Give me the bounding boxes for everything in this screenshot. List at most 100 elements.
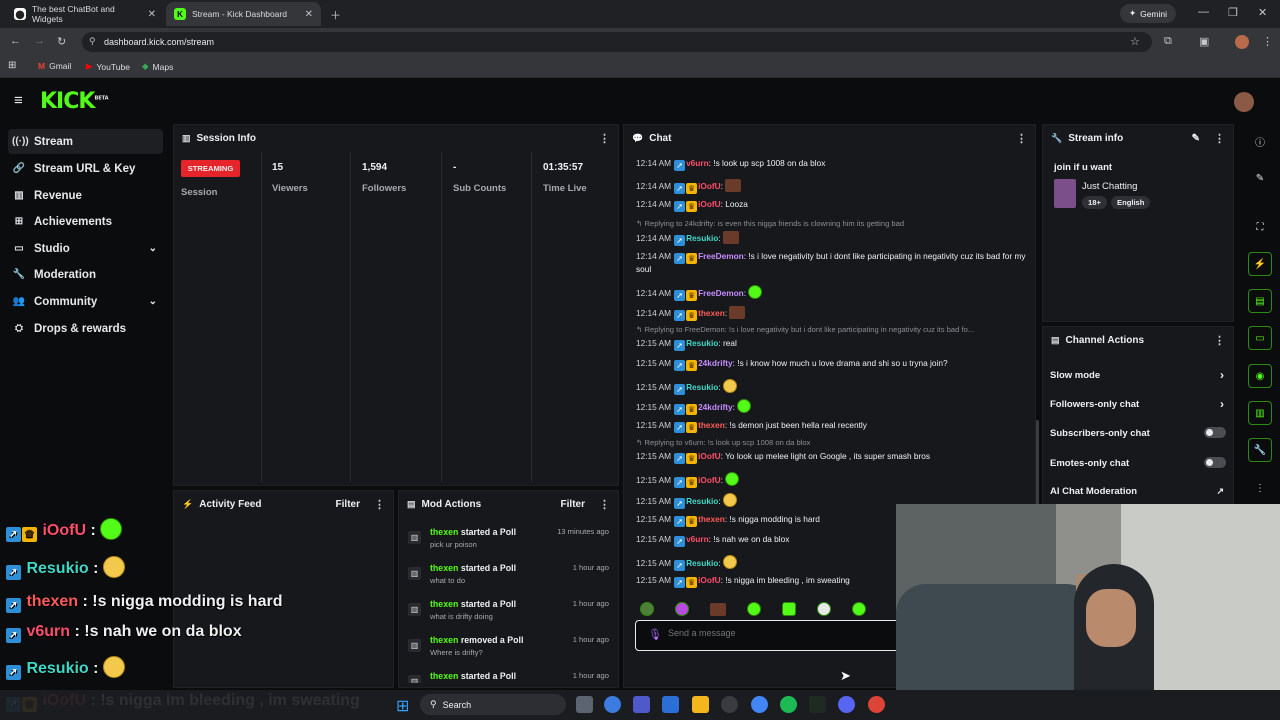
- slow-mode-row[interactable]: Slow mode ›: [1050, 368, 1230, 382]
- bookmark-gmail[interactable]: M Gmail: [38, 61, 71, 71]
- chrome-icon[interactable]: [751, 696, 768, 713]
- chat-username[interactable]: iOofU: [698, 575, 721, 585]
- browser-tab-kick-dashboard[interactable]: K Stream - Kick Dashboard ✕: [166, 2, 321, 26]
- more-options-icon[interactable]: ⋮: [1248, 476, 1272, 500]
- mod-user[interactable]: thexen: [430, 563, 458, 573]
- activity-filter-button[interactable]: Filter: [336, 499, 360, 510]
- back-icon[interactable]: ←: [10, 35, 21, 47]
- obs-icon[interactable]: [721, 696, 738, 713]
- store-icon[interactable]: [662, 696, 679, 713]
- chat-username[interactable]: FreeDemon: [698, 251, 744, 261]
- layout-icon[interactable]: ▥: [1248, 401, 1272, 425]
- chat-username[interactable]: Resukio: [686, 496, 718, 506]
- chat-username[interactable]: Resukio: [686, 338, 718, 348]
- chat-message[interactable]: 12:14 AM ➚ ♛ FreeDemon: !s i love negativit…: [636, 251, 1028, 275]
- kick-app-icon[interactable]: [809, 696, 826, 713]
- info-icon[interactable]: ⓘ: [1248, 129, 1272, 153]
- sidebar-item-achievements[interactable]: ⊞ Achievements: [8, 209, 163, 234]
- emote-icon[interactable]: [675, 602, 689, 616]
- chat-username[interactable]: thexen: [698, 420, 725, 430]
- chat-message[interactable]: 12:14 AM ➚ ♛ iOofU: Looza: [636, 199, 1028, 212]
- emotes-only-toggle[interactable]: [1204, 457, 1226, 468]
- bookmark-youtube[interactable]: ▶ YouTube: [86, 61, 130, 72]
- chat-message[interactable]: 12:14 AM ➚ ♛ thexen:: [636, 306, 1028, 321]
- mod-user[interactable]: thexen: [430, 527, 458, 537]
- kebab-menu-icon[interactable]: ⋮: [1016, 132, 1027, 145]
- category-name[interactable]: Just Chatting: [1082, 181, 1137, 192]
- mod-user[interactable]: thexen: [430, 599, 458, 609]
- close-tab-icon[interactable]: ✕: [148, 9, 156, 20]
- gemini-button[interactable]: ✦ Gemini: [1120, 4, 1176, 23]
- chat-message[interactable]: 12:15 AM ➚ Resukio: real: [636, 338, 1028, 351]
- chat-username[interactable]: iOofU: [698, 199, 721, 209]
- apps-grid-icon[interactable]: ⊞: [8, 60, 16, 71]
- fullscreen-icon[interactable]: ⛶: [1248, 215, 1272, 239]
- emote-icon[interactable]: [817, 602, 831, 616]
- spotify-icon[interactable]: [780, 696, 797, 713]
- chat-toggle-icon[interactable]: ▭: [1248, 326, 1272, 350]
- reload-icon[interactable]: ↻: [57, 35, 66, 48]
- chat-username[interactable]: iOofU: [698, 475, 721, 485]
- chat-message[interactable]: 12:14 AM ➚ ♛ FreeDemon:: [636, 285, 1028, 301]
- emote-icon[interactable]: [852, 602, 866, 616]
- sidebar-item-revenue[interactable]: ▥ Revenue: [8, 183, 163, 208]
- copilot-icon[interactable]: [604, 696, 621, 713]
- file-explorer-icon[interactable]: [692, 696, 709, 713]
- site-info-icon[interactable]: ⚲: [89, 36, 96, 47]
- chat-message[interactable]: 12:15 AM ➚ ♛ iOofU:: [636, 472, 1028, 488]
- bookmark-star-icon[interactable]: ☆: [1130, 35, 1140, 48]
- windows-start-icon[interactable]: ⊞: [396, 696, 409, 716]
- ai-chat-moderation-row[interactable]: AI Chat Moderation ↗: [1050, 484, 1230, 498]
- maximize-icon[interactable]: ❐: [1228, 6, 1238, 19]
- kebab-menu-icon[interactable]: ⋮: [1214, 132, 1225, 145]
- chat-username[interactable]: Resukio: [686, 233, 718, 243]
- teams-icon[interactable]: [633, 696, 650, 713]
- chat-message[interactable]: 12:14 AM ➚ v6urn: !s look up scp 1008 on d…: [636, 158, 1028, 171]
- chat-username[interactable]: v6urn: [686, 534, 709, 544]
- emote-icon[interactable]: [710, 602, 726, 616]
- mod-user[interactable]: thexen: [430, 635, 458, 645]
- emote-icon[interactable]: [782, 602, 796, 616]
- emote-icon[interactable]: [640, 602, 654, 616]
- browser-tab-chatbot[interactable]: ⬤ The best ChatBot and Widgets ✕: [6, 2, 164, 26]
- bookmark-maps[interactable]: ◆ Maps: [142, 61, 173, 72]
- forward-icon[interactable]: →: [34, 35, 45, 47]
- chat-username[interactable]: thexen: [698, 514, 725, 524]
- hamburger-menu-icon[interactable]: ≡: [14, 92, 23, 109]
- chat-message[interactable]: 12:15 AM ➚ Resukio:: [636, 379, 1028, 395]
- sidebar-item-moderation[interactable]: 🔧 Moderation: [8, 262, 163, 287]
- chat-username[interactable]: 24kdrifty: [698, 402, 733, 412]
- browser-menu-icon[interactable]: ⋮: [1262, 35, 1273, 48]
- chat-message[interactable]: 12:15 AM ➚ ♛ 24kdrifty:: [636, 399, 1028, 415]
- minimize-icon[interactable]: —: [1198, 6, 1209, 18]
- discord-icon[interactable]: [838, 696, 855, 713]
- sidebar-item-stream[interactable]: ((·)) Stream: [8, 129, 163, 154]
- window-close-icon[interactable]: ✕: [1258, 6, 1267, 19]
- followers-only-row[interactable]: Followers-only chat ›: [1050, 397, 1230, 411]
- kebab-menu-icon[interactable]: ⋮: [599, 132, 610, 145]
- chat-username[interactable]: Resukio: [686, 382, 718, 392]
- extensions-icon[interactable]: ⧉: [1164, 35, 1172, 48]
- chat-username[interactable]: v6urn: [686, 158, 709, 168]
- profile-avatar[interactable]: [1235, 35, 1249, 49]
- mod-filter-button[interactable]: Filter: [561, 499, 585, 510]
- sidebar-item-drops-rewards[interactable]: ⛭ Drops & rewards: [8, 316, 163, 341]
- task-view-icon[interactable]: [576, 696, 593, 713]
- moderation-tool-icon[interactable]: 🔧: [1248, 438, 1272, 462]
- chat-username[interactable]: thexen: [698, 308, 725, 318]
- chat-message[interactable]: 12:15 AM ➚ ♛ iOofU: Yo look up melee light …: [636, 451, 1028, 464]
- chat-message[interactable]: 12:15 AM ➚ ♛ thexen: !s demon just been hel…: [636, 420, 1028, 433]
- kebab-menu-icon[interactable]: ⋮: [599, 498, 610, 511]
- user-avatar[interactable]: [1234, 92, 1254, 112]
- lightning-quick-icon[interactable]: ⚡: [1248, 252, 1272, 276]
- chat-message[interactable]: 12:14 AM ➚ Resukio:: [636, 231, 1028, 246]
- kick-logo[interactable]: KICKBETA: [40, 89, 109, 114]
- chat-username[interactable]: 24kdrifty: [698, 358, 733, 368]
- chat-username[interactable]: iOofU: [698, 451, 721, 461]
- kebab-menu-icon[interactable]: ⋮: [374, 498, 385, 511]
- sidebar-item-stream-url-key[interactable]: 🔗 Stream URL & Key: [8, 156, 163, 181]
- sidebar-item-community[interactable]: 👥 Community ⌄: [8, 289, 163, 314]
- subscribers-only-toggle[interactable]: [1204, 427, 1226, 438]
- edit-pencil-icon[interactable]: ✎: [1192, 133, 1200, 144]
- chat-message-input[interactable]: [668, 628, 888, 638]
